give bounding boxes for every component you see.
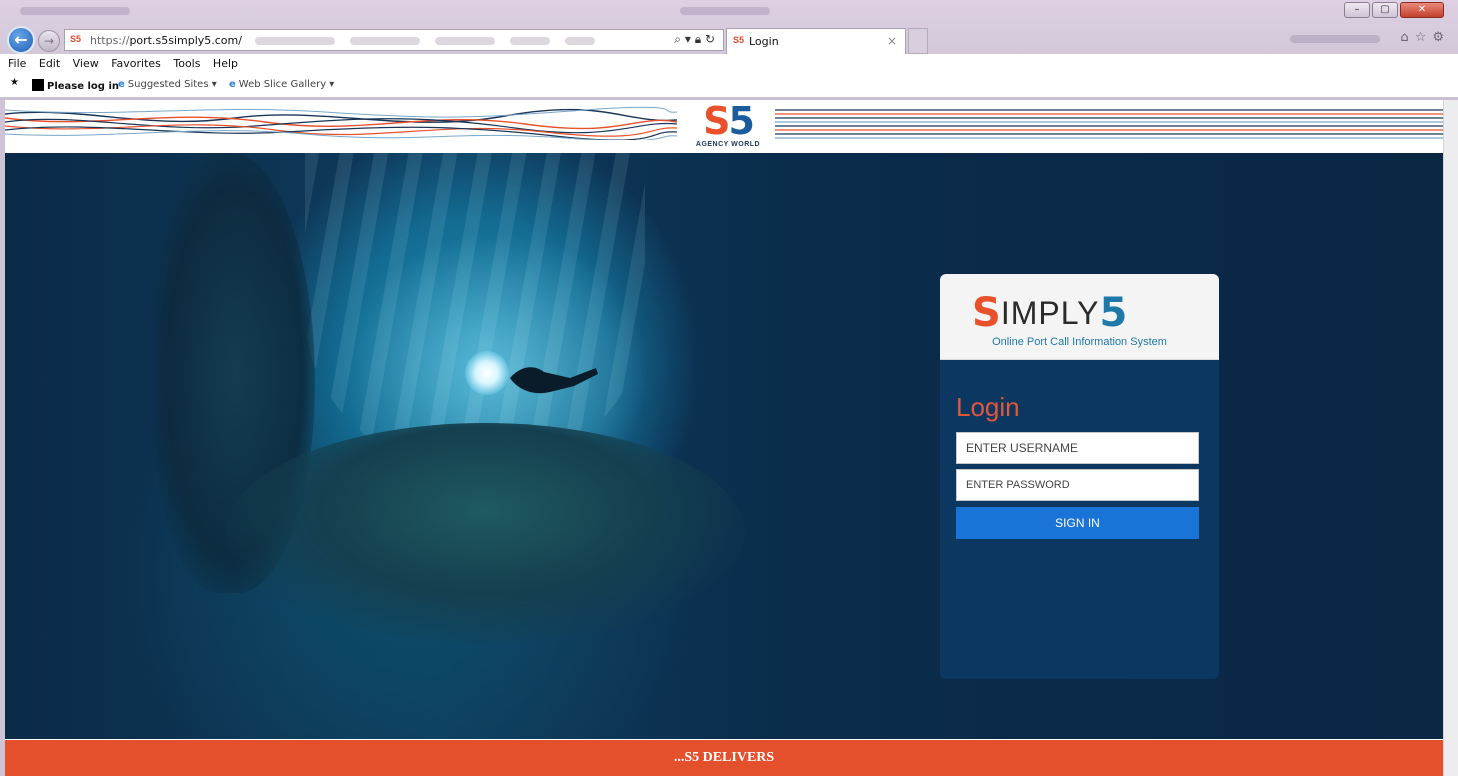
blurred-user-name <box>1290 35 1380 43</box>
blurred-toolbar-text <box>435 37 495 45</box>
username-input[interactable] <box>956 432 1199 464</box>
menu-edit[interactable]: Edit <box>39 57 60 70</box>
simply5-logo-s: S <box>972 290 1001 336</box>
search-icon[interactable]: ⌕ <box>674 32 681 46</box>
s5-logo-mark: S5 <box>681 102 775 140</box>
login-card: SIMPLY5 Online Port Call Information Sys… <box>940 274 1219 679</box>
quick-access-toolbar <box>20 7 130 15</box>
password-input[interactable] <box>956 469 1199 501</box>
fav-please-log-in-label: Please log in <box>47 81 119 92</box>
home-icon[interactable]: ⌂ <box>1400 30 1408 45</box>
ie-icon: e <box>118 79 125 90</box>
menu-file[interactable]: File <box>8 57 26 70</box>
vertical-scrollbar[interactable] <box>1443 100 1458 776</box>
menu-tools[interactable]: Tools <box>173 57 200 70</box>
back-button[interactable]: ← <box>7 26 35 54</box>
simply5-logo-5: 5 <box>1099 290 1128 336</box>
window-title <box>680 7 770 15</box>
s5-agency-world-logo[interactable]: S5 AGENCY WORLD <box>681 102 775 152</box>
maximize-button[interactable]: ▢ <box>1372 2 1398 18</box>
navigation-row: ← → S5 https://port.s5simply5.com/ ⌕ ▾ 🔒… <box>0 24 1458 54</box>
wave-lines-decoration <box>5 106 677 140</box>
menu-view[interactable]: View <box>73 57 99 70</box>
simply5-logo-mid: IMPLY <box>1000 295 1100 331</box>
blurred-toolbar-text <box>350 37 420 45</box>
underwater-hero-image: SIMPLY5 Online Port Call Information Sys… <box>5 153 1443 739</box>
fav-web-slice-gallery[interactable]: e Web Slice Gallery ▾ <box>229 79 334 90</box>
diver-torch-light <box>465 351 509 395</box>
simply5-logo-panel: SIMPLY5 Online Port Call Information Sys… <box>940 274 1219 360</box>
diver-silhouette <box>510 367 598 394</box>
window-controls: – ▢ ✕ <box>1344 2 1444 18</box>
reef-floor <box>225 423 745 643</box>
simply5-tagline: Online Port Call Information System <box>992 336 1167 348</box>
logo-subtitle: AGENCY WORLD <box>695 141 761 148</box>
blurred-toolbar-text <box>255 37 335 45</box>
black-square-icon <box>32 79 44 91</box>
tab-login[interactable]: S5 Login × <box>726 28 906 54</box>
address-actions: ⌕ ▾ 🔒︎ ↻ <box>674 32 715 47</box>
simply5-logo: SIMPLY5 <box>972 293 1127 333</box>
site-header: S5 AGENCY WORLD <box>5 100 1443 153</box>
stripes-decoration <box>775 109 1443 139</box>
minimize-button[interactable]: – <box>1344 2 1370 18</box>
sign-in-button[interactable]: SIGN IN <box>956 507 1199 539</box>
tab-favicon-icon: S5 <box>733 35 745 45</box>
favorites-star-icon[interactable]: ☆ <box>1415 30 1427 45</box>
toolbar-icons: ⌂ ☆ ⚙ <box>1400 30 1444 45</box>
ie-icon: e <box>229 79 236 90</box>
blurred-toolbar-text <box>565 37 595 45</box>
url-protocol: https:// <box>90 34 130 47</box>
refresh-icon[interactable]: ↻ <box>705 32 715 46</box>
blurred-toolbar-text <box>510 37 550 45</box>
menu-bar: File Edit View Favorites Tools Help <box>0 54 1458 74</box>
tab-close-icon[interactable]: × <box>887 34 897 48</box>
login-heading: Login <box>956 392 1020 422</box>
settings-gear-icon[interactable]: ⚙ <box>1432 30 1444 45</box>
favorites-star-icon[interactable]: ★ <box>10 77 19 88</box>
footer-text: ...S5 DELIVERS <box>673 750 775 765</box>
fav-suggested-sites[interactable]: e Suggested Sites ▾ <box>118 79 217 90</box>
fav-please-log-in[interactable]: Please log in <box>32 79 119 92</box>
fav-web-slice-gallery-label: Web Slice Gallery ▾ <box>238 79 335 90</box>
favorites-bar: ★ Please log in e Suggested Sites ▾ e Web … <box>0 74 1458 98</box>
address-bar[interactable]: S5 https://port.s5simply5.com/ ⌕ ▾ 🔒︎ ↻ <box>64 29 724 51</box>
dropdown-icon[interactable]: ▾ <box>685 32 691 46</box>
menu-help[interactable]: Help <box>213 57 238 70</box>
forward-button[interactable]: → <box>38 30 60 52</box>
address-url[interactable]: https://port.s5simply5.com/ <box>90 34 242 47</box>
page-viewport: S5 AGENCY WORLD SIMPLY5 Online Port Call… <box>5 100 1443 776</box>
close-window-button[interactable]: ✕ <box>1400 2 1444 18</box>
footer-banner: ...S5 DELIVERS <box>5 740 1443 776</box>
url-host: port.s5simply5.com/ <box>129 34 242 47</box>
fav-suggested-sites-label: Suggested Sites ▾ <box>127 79 217 90</box>
browser-chrome: – ▢ ✕ ← → S5 https://port.s5simply5.com/… <box>0 0 1458 100</box>
menu-favorites[interactable]: Favorites <box>111 57 161 70</box>
logo-s: S <box>703 100 730 143</box>
tab-title: Login <box>749 35 779 48</box>
lock-icon[interactable]: 🔒︎ <box>695 32 701 46</box>
site-favicon-icon: S5 <box>70 34 82 44</box>
new-tab-button[interactable] <box>908 28 928 54</box>
logo-5: 5 <box>728 100 754 143</box>
title-bar: – ▢ ✕ <box>0 0 1458 22</box>
